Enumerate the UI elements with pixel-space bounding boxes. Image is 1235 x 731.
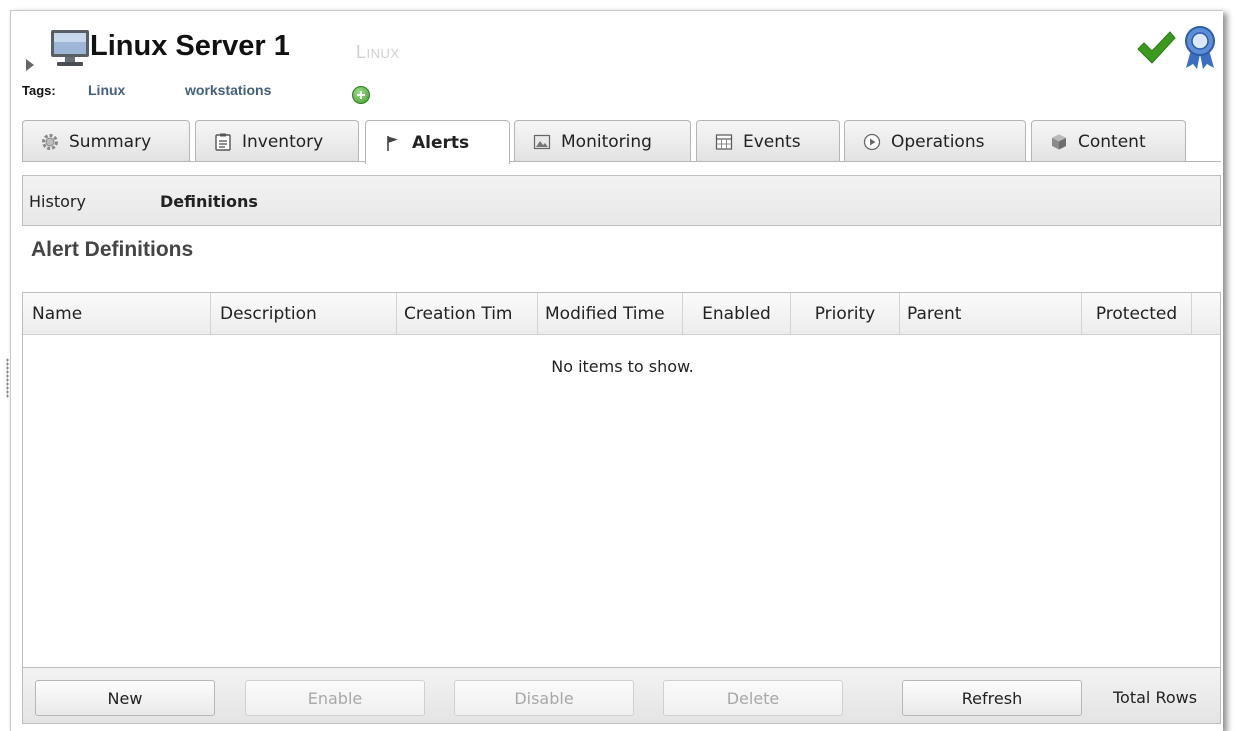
tab-alerts-label: Alerts <box>412 132 470 153</box>
expand-arrow-icon[interactable] <box>26 59 34 71</box>
clipboard-icon <box>215 133 231 151</box>
alert-definitions-grid: Name Description Creation Tim Modified T… <box>22 292 1221 668</box>
tab-content[interactable]: Content <box>1031 120 1186 162</box>
delete-button[interactable]: Delete <box>663 680 843 716</box>
column-header-enabled[interactable]: Enabled <box>683 293 791 335</box>
tab-operations-label: Operations <box>891 131 985 152</box>
tab-inventory[interactable]: Inventory <box>195 120 359 162</box>
resource-type: Linux <box>356 42 400 62</box>
section-title: Alert Definitions <box>31 238 194 261</box>
empty-message: No items to show. <box>551 357 694 376</box>
splitter-handle[interactable] <box>6 358 9 398</box>
tab-alerts[interactable]: Alerts <box>365 120 510 164</box>
calendar-grid-icon <box>715 133 733 150</box>
monitor-icon <box>51 30 89 66</box>
column-header-parent[interactable]: Parent <box>900 293 1082 335</box>
subtab-history[interactable]: History <box>29 192 86 211</box>
column-header-modified-time[interactable]: Modified Time <box>538 293 683 335</box>
tab-monitoring-label: Monitoring <box>561 131 652 152</box>
total-rows-label: Total Rows <box>1113 688 1198 707</box>
tab-summary-label: Summary <box>69 131 152 152</box>
refresh-button[interactable]: Refresh <box>902 680 1082 716</box>
tags-label: Tags: <box>22 83 56 98</box>
tab-inventory-label: Inventory <box>242 131 324 152</box>
tab-operations[interactable]: Operations <box>844 120 1026 162</box>
add-tag-icon[interactable] <box>352 86 370 104</box>
new-button[interactable]: New <box>35 680 215 716</box>
column-header-name[interactable]: Name <box>23 293 211 335</box>
subtab-definitions[interactable]: Definitions <box>160 192 258 211</box>
checkmark-icon <box>1137 31 1176 64</box>
tab-summary[interactable]: Summary <box>22 120 190 162</box>
flag-icon <box>387 135 398 151</box>
tab-divider <box>22 161 1221 162</box>
play-circle-icon <box>863 133 881 150</box>
subtab-bar: History Definitions <box>22 175 1221 226</box>
tag-linux[interactable]: Linux <box>88 82 125 98</box>
tag-workstations[interactable]: workstations <box>185 82 271 98</box>
column-header-protected[interactable]: Protected <box>1082 293 1192 335</box>
tab-events[interactable]: Events <box>696 120 840 162</box>
tab-content-label: Content <box>1078 131 1146 152</box>
resource-title: Linux Server 1 <box>90 30 290 62</box>
cube-icon <box>1052 134 1066 149</box>
grid-header: Name Description Creation Tim Modified T… <box>23 293 1220 335</box>
column-header-creation-time[interactable]: Creation Tim <box>397 293 538 335</box>
tab-events-label: Events <box>743 131 801 152</box>
award-ribbon-icon <box>1185 26 1215 69</box>
enable-button[interactable]: Enable <box>245 680 425 716</box>
disable-button[interactable]: Disable <box>454 680 634 716</box>
column-header-description[interactable]: Description <box>211 293 397 335</box>
image-icon <box>533 134 551 149</box>
grid-toolbar: New Enable Disable Delete Refresh Total … <box>22 668 1221 724</box>
gear-icon <box>42 133 58 150</box>
column-header-priority[interactable]: Priority <box>791 293 900 335</box>
tab-monitoring[interactable]: Monitoring <box>514 120 691 162</box>
